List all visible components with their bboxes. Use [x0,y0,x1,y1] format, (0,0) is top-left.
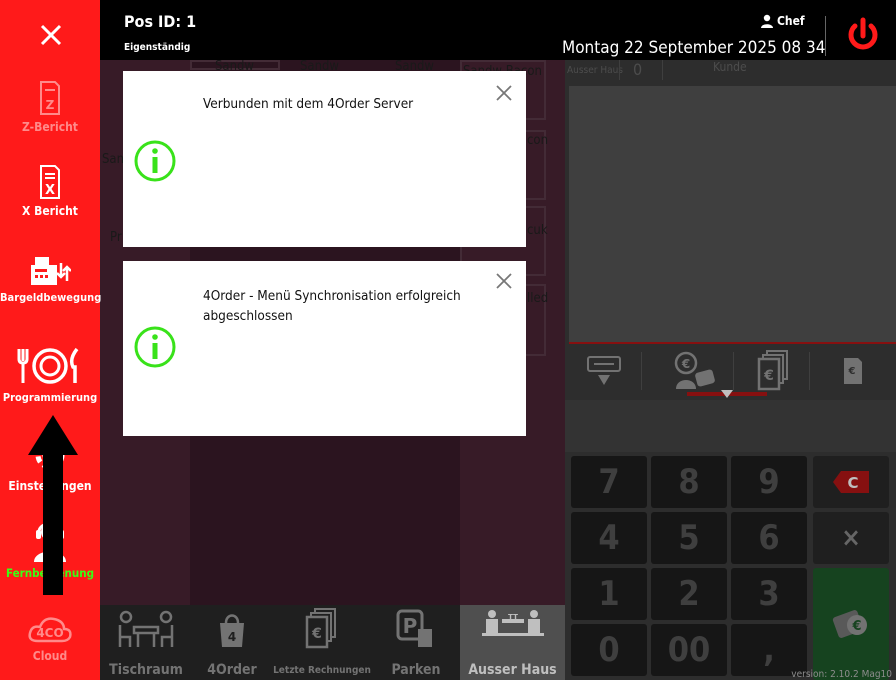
user-icon [761,14,773,28]
cloud-logo-text: 4CO [36,626,63,640]
cash-register-icon [31,257,71,285]
sidebar-item-x-bericht[interactable]: X X Bericht [0,164,100,218]
svg-text:X: X [45,183,55,198]
notification-popup: 4Order - Menü Synchronisation erfolgreic… [123,261,526,436]
top-bar: Pos ID: 1 Eigenständig Montag 22 Septemb… [100,0,896,60]
x-report-icon: X [40,165,60,199]
sidebar-item-label: Z-Bericht [22,120,78,134]
svg-text:Z: Z [46,98,55,112]
notification-message: Verbunden mit dem 4Order Server [203,96,414,112]
pos-mode: Eigenständig [124,42,191,53]
plate-cutlery-icon [17,347,79,384]
close-notification-button[interactable] [494,271,514,291]
sidebar-item-label: Bargeldbewegung [0,291,102,304]
user-menu[interactable]: Chef [760,14,805,28]
sidebar-item-label: Cloud [32,649,68,663]
info-icon [134,326,176,368]
cloud-logo-icon: 4CO [28,617,72,643]
z-report-icon: Z [40,81,60,115]
info-icon [134,140,176,182]
sidebar-item-label: Programmierung [2,391,98,404]
close-icon [496,85,512,101]
close-icon [40,24,62,46]
date-time: Montag 22 September 2025 08 34 [562,38,826,58]
sidebar-item-cloud[interactable]: 4CO Cloud [0,615,100,663]
close-icon [496,273,512,289]
notification-popup: Verbunden mit dem 4Order Server [123,71,526,247]
close-notification-button[interactable] [494,83,514,103]
pos-id: Pos ID: 1 [124,12,197,31]
sidebar-item-z-bericht[interactable]: Z Z-Bericht [0,80,100,134]
divider [825,16,826,56]
arrow-up-icon [28,415,78,595]
power-button[interactable] [845,16,881,56]
notification-message: 4Order - Menü Synchronisation erfolgreic… [203,288,461,324]
sidebar-item-bargeldbewegung[interactable]: Bargeldbewegung [0,255,102,304]
close-menu-button[interactable] [36,20,66,50]
power-icon [848,17,878,50]
user-name: Chef [777,14,805,28]
sidebar-item-programmierung[interactable]: Programmierung [0,345,100,404]
sidebar-item-label: X Bericht [22,204,78,218]
